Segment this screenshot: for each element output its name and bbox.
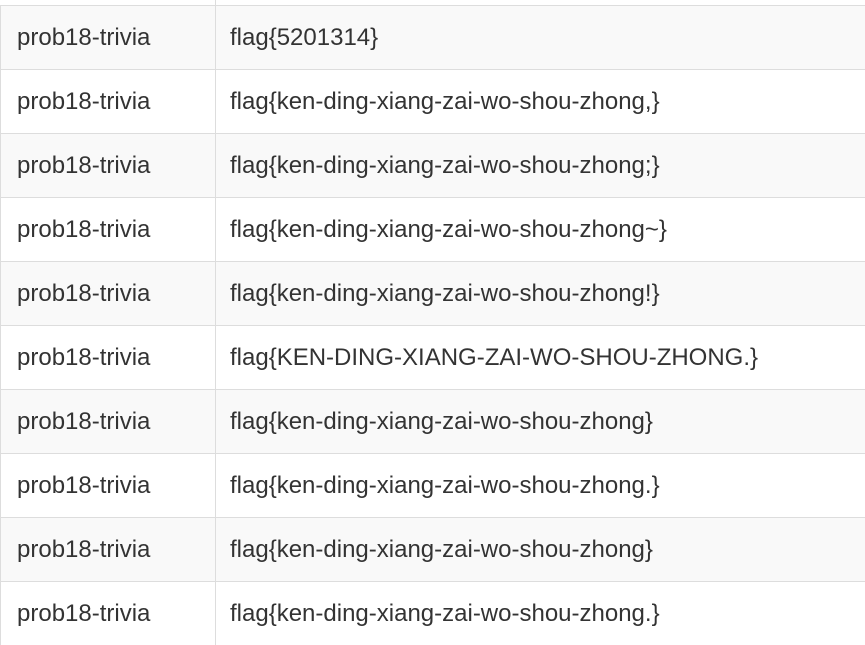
submission-cell: flag{ken-ding-xiang-zai-wo-shou-zhong,} [230,87,660,115]
table-row: prob18-trivia flag{ken-ding-xiang-zai-wo… [0,390,865,454]
challenge-cell: prob18-trivia [0,582,216,645]
table-row: prob18-trivia flag{ken-ding-xiang-zai-wo… [0,454,865,518]
submission-cell: flag{ken-ding-xiang-zai-wo-shou-zhong.} [230,599,660,627]
submissions-table: prob18-trivia flag{5201314} prob18-trivi… [0,0,865,645]
submission-cell: flag{ken-ding-xiang-zai-wo-shou-zhong} [230,407,653,435]
submission-cell: flag{ken-ding-xiang-zai-wo-shou-zhong~} [230,215,667,243]
challenge-cell: prob18-trivia [0,134,216,197]
table-row: prob18-trivia flag{ken-ding-xiang-zai-wo… [0,582,865,645]
submission-cell: flag{ken-ding-xiang-zai-wo-shou-zhong;} [230,151,660,179]
submission-cell: flag{ken-ding-xiang-zai-wo-shou-zhong.} [230,471,660,499]
challenge-cell: prob18-trivia [0,198,216,261]
submission-cell: flag{ken-ding-xiang-zai-wo-shou-zhong} [230,535,653,563]
challenge-cell: prob18-trivia [0,262,216,325]
submission-cell: flag{ken-ding-xiang-zai-wo-shou-zhong!} [230,279,660,307]
table-row: prob18-trivia flag{KEN-DING-XIANG-ZAI-WO… [0,326,865,390]
challenge-cell: prob18-trivia [0,70,216,133]
submission-cell: flag{KEN-DING-XIANG-ZAI-WO-SHOU-ZHONG.} [230,343,759,371]
challenge-cell: prob18-trivia [0,518,216,581]
table-row: prob18-trivia flag{ken-ding-xiang-zai-wo… [0,518,865,582]
challenge-cell: prob18-trivia [0,454,216,517]
table-row: prob18-trivia flag{ken-ding-xiang-zai-wo… [0,198,865,262]
submission-cell: flag{5201314} [230,23,379,51]
challenge-cell: prob18-trivia [0,6,216,69]
table-row: prob18-trivia flag{5201314} [0,6,865,70]
table-row: prob18-trivia flag{ken-ding-xiang-zai-wo… [0,134,865,198]
table-row: prob18-trivia flag{ken-ding-xiang-zai-wo… [0,262,865,326]
table-row: prob18-trivia flag{ken-ding-xiang-zai-wo… [0,70,865,134]
challenge-cell: prob18-trivia [0,326,216,389]
table-body: prob18-trivia flag{5201314} prob18-trivi… [0,6,865,645]
challenge-cell: prob18-trivia [0,390,216,453]
